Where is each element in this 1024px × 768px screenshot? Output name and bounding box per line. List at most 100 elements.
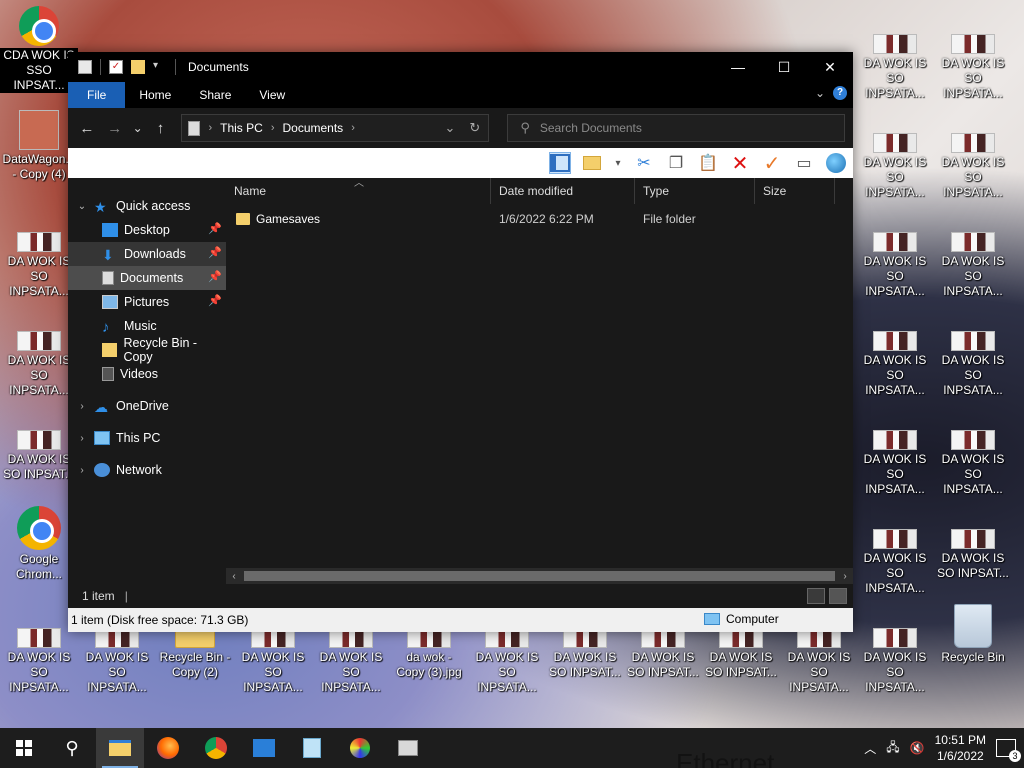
desktop-icon-wok-r5a[interactable]: DA WOK IS SO INPSATA... [856,430,934,497]
taskbar-file-explorer[interactable] [96,728,144,768]
delete-icon[interactable]: ✕ [729,152,751,175]
network-icon[interactable]: 🖧 [886,738,899,759]
address-bar[interactable]: › This PC › Documents › ⌄ ↻ [181,114,490,142]
desktop-icon-wok-r6b[interactable]: DA WOK IS SO INPSAT... [934,529,1012,581]
forward-button[interactable]: → [104,120,126,137]
sidebar-item-network[interactable]: › Network [68,458,226,482]
desktop-icon-wok-b8[interactable]: DA WOK IS SO INPSAT... [546,628,624,680]
column-header-date-modified[interactable]: Date modified [491,178,635,204]
desktop-icon-wok-3[interactable]: DA WOK IS SO INPSAT... [0,430,78,482]
up-button[interactable]: ↑ [150,120,172,137]
customize-toolbar-icon[interactable]: ▾ [153,60,167,74]
chevron-right-icon[interactable]: › [74,433,90,444]
tab-home[interactable]: Home [125,82,185,108]
desktop-icon-wok-r1a[interactable]: DA WOK IS SO INPSATA... [856,34,934,101]
desktop-icon-wok-2[interactable]: DA WOK IS SO INPSATA... [0,331,78,398]
desktop-icon-wok-r4b[interactable]: DA WOK IS SO INPSATA... [934,331,1012,398]
pin-icon[interactable]: 📌 [208,246,222,259]
chevron-right-icon[interactable]: › [351,122,355,134]
sidebar-item-documents[interactable]: Documents 📌 [68,266,226,290]
properties-icon[interactable]: ▭ [793,152,815,174]
sidebar-item-this-pc[interactable]: › This PC [68,426,226,450]
taskbar-media-app[interactable] [240,728,288,768]
sidebar-item-desktop[interactable]: Desktop 📌 [68,218,226,242]
desktop-icon-recycle-bin[interactable]: Recycle Bin [934,604,1012,665]
chevron-right-icon[interactable]: › [74,401,90,412]
desktop-icon-wok-r2b[interactable]: DA WOK IS SO INPSATA... [934,133,1012,200]
chevron-down-icon[interactable]: ⌄ [74,201,90,212]
taskbar-firefox[interactable] [144,728,192,768]
desktop-icon-wok-r1b[interactable]: DA WOK IS SO INPSATA... [934,34,1012,101]
minimize-button[interactable]: — [715,52,761,82]
desktop-icon-wok-b4[interactable]: DA WOK IS SO INPSATA... [234,628,312,695]
recent-locations-button[interactable]: ⌄ [132,121,144,135]
desktop-icon-da-wok-jpg[interactable]: da wok - Copy (3).jpg [390,628,468,680]
desktop-icon-wok-r4a[interactable]: DA WOK IS SO INPSATA... [856,331,934,398]
file-row[interactable]: Gamesaves 1/6/2022 6:22 PM File folder [226,208,853,230]
sidebar-item-recycle-bin-copy[interactable]: Recycle Bin - Copy [68,336,226,364]
chevron-right-icon[interactable]: › [208,122,212,134]
sidebar-item-quick-access[interactable]: ⌄ ★ Quick access [68,194,226,218]
tab-view[interactable]: View [245,82,299,108]
search-button[interactable]: ⚲ [48,728,96,768]
cut-icon[interactable]: ✂ [633,152,655,174]
tab-share[interactable]: Share [185,82,245,108]
navigation-pane-icon[interactable] [549,152,571,174]
pin-icon[interactable]: 📌 [208,222,222,235]
refresh-icon[interactable]: ↻ [469,120,480,136]
large-icons-view-icon[interactable] [829,588,847,604]
chevron-down-icon[interactable]: ⌄ [445,120,456,136]
taskbar-app[interactable] [384,728,432,768]
desktop-icon-wok-b7[interactable]: DA WOK IS SO INPSATA... [468,628,546,695]
details-view-icon[interactable] [807,588,825,604]
pin-icon[interactable]: 📌 [208,270,222,283]
breadcrumb-documents[interactable]: Documents [282,121,343,135]
desktop-icon-google-chrome[interactable]: Google Chrom... [0,506,78,582]
sidebar-item-videos[interactable]: Videos [68,362,226,386]
desktop-icon-wok-b5[interactable]: DA WOK IS SO INPSATA... [312,628,390,695]
desktop-icon-wok-b1[interactable]: DA WOK IS SO INPSATA... [0,628,78,695]
breadcrumb-this-pc[interactable]: This PC [220,121,263,135]
notification-center-icon[interactable]: 3 [996,739,1021,762]
new-folder-icon[interactable] [131,60,145,74]
start-button[interactable] [0,728,48,768]
rename-check-icon[interactable]: ✓ [761,152,783,175]
maximize-button[interactable]: ☐ [761,52,807,82]
desktop-icon-chrome-shortcut-top[interactable]: CDA WOK IS SSO INPSAT... [0,6,78,93]
desktop-icon-wok-r6a[interactable]: DA WOK IS SO INPSATA... [856,529,934,596]
back-button[interactable]: ← [76,120,98,137]
taskbar-notepad[interactable] [288,728,336,768]
checkmark-icon[interactable]: ✓ [109,60,123,74]
paste-icon[interactable]: 📋 [697,152,719,174]
search-box[interactable]: ⚲ Search Documents [507,114,845,142]
desktop-icon-wok-b12[interactable]: DA WOK IS SO INPSATA... [856,628,934,695]
copy-icon[interactable]: ❐ [665,152,687,174]
close-button[interactable]: ✕ [807,52,853,82]
desktop-icon-wok-r3b[interactable]: DA WOK IS SO INPSATA... [934,232,1012,299]
scrollbar-thumb[interactable] [244,571,835,581]
taskbar-paint[interactable] [336,728,384,768]
sidebar-item-downloads[interactable]: ⬇ Downloads 📌 [68,242,226,266]
taskbar-chrome[interactable] [192,728,240,768]
desktop-icon-wok-1[interactable]: DA WOK IS SO INPSATA... [0,232,78,299]
sidebar-item-pictures[interactable]: Pictures 📌 [68,290,226,314]
sidebar-item-onedrive[interactable]: › ☁ OneDrive [68,394,226,418]
scroll-left-icon[interactable]: ‹ [226,571,242,582]
chevron-up-icon[interactable]: ︿ [864,740,876,757]
desktop-icon-wok-b2[interactable]: DA WOK IS SO INPSATA... [78,628,156,695]
column-header-size[interactable]: Size [755,178,835,204]
horizontal-scrollbar[interactable]: ‹ › [226,568,853,584]
volume-muted-icon[interactable]: 🔇 [910,741,925,755]
help-icon[interactable]: ? [833,86,847,100]
sidebar-item-music[interactable]: ♪ Music [68,314,226,338]
clock[interactable]: 10:51 PM 1/6/2022 [935,732,986,764]
desktop-icon-wok-r2a[interactable]: DA WOK IS SO INPSATA... [856,133,934,200]
search-input[interactable]: Search Documents [540,121,642,135]
desktop-icon-wok-b11[interactable]: DA WOK IS SO INPSATA... [780,628,858,695]
dropdown-arrow-icon[interactable]: ▾ [613,152,623,174]
desktop-icon-wok-r3a[interactable]: DA WOK IS SO INPSATA... [856,232,934,299]
desktop-icon-wok-b10[interactable]: DA WOK IS SO INPSAT... [702,628,780,680]
globe-icon[interactable] [825,152,847,174]
chevron-right-icon[interactable]: › [74,465,90,476]
desktop-icon-wok-b9[interactable]: DA WOK IS SO INPSAT... [624,628,702,680]
